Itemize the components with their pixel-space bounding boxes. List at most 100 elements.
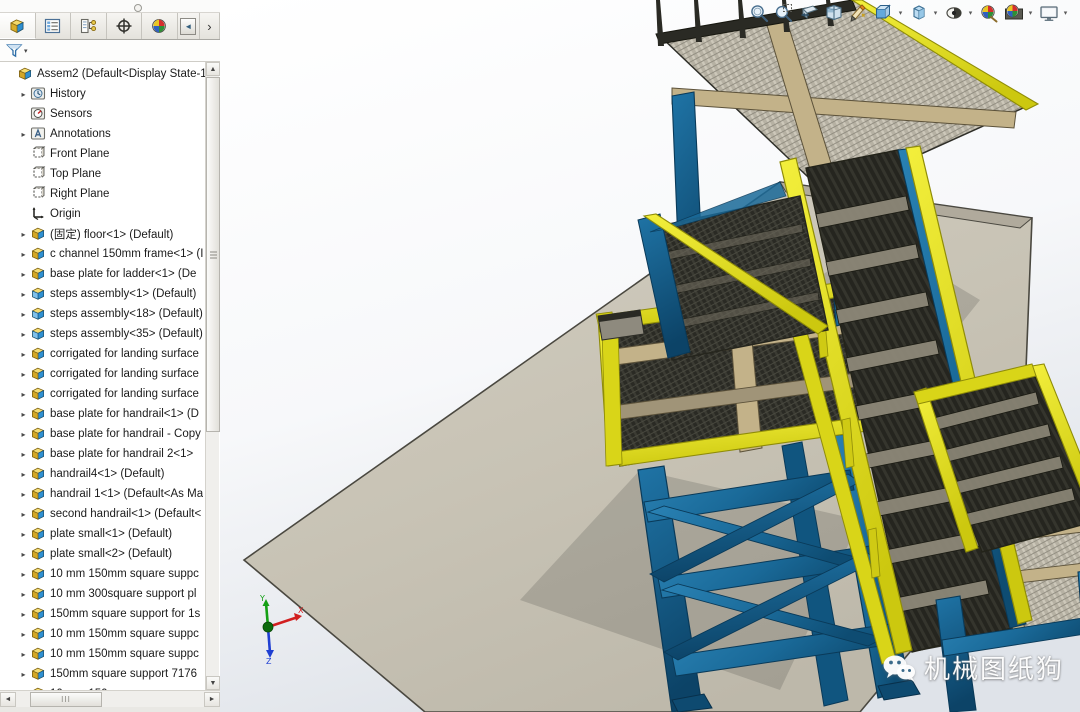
tree-item-label: steps assembly<1> (Default) [50,288,197,300]
tree-twisty-icon[interactable]: ▸ [17,510,30,519]
tree-item[interactable]: ▸ Origin [0,204,206,224]
tree-item[interactable]: ▸ 10 mm 150mm square suppc [0,624,206,644]
tree-item-label: 150mm square support for 1s [50,608,201,620]
tree-item[interactable]: ▸ History [0,84,206,104]
scroll-down-button[interactable]: ▼ [206,676,220,690]
tree-item[interactable]: ▸ corrigated for landing surface [0,364,206,384]
tree-item[interactable]: ▸ 150mm square support for 1s [0,604,206,624]
graphics-viewport[interactable]: ▾ ▾ ▾ ▾ ▾ Y X Z 机械图纸狗 [220,0,1080,712]
scroll-up-button[interactable]: ▲ [206,62,220,76]
tree-item[interactable]: ▸ 150mm square support 7176 [0,664,206,684]
tree-vscroll-thumb[interactable] [206,77,220,432]
tree-item[interactable]: ▸ base plate for handrail 2<1> [0,444,206,464]
tree-twisty-icon[interactable]: ▸ [17,570,30,579]
view-settings-button[interactable]: ▾ [943,2,975,24]
tree-item[interactable]: ▸ plate small<2> (Default) [0,544,206,564]
tree-twisty-icon[interactable]: ▸ [17,450,30,459]
hide-show-caret[interactable]: ▾ [931,9,940,17]
tree-item[interactable]: ▸ Top Plane [0,164,206,184]
dimxpert-manager-tab[interactable] [106,13,143,39]
apply-scene-palette-button[interactable]: ▾ [1003,2,1035,24]
tree-twisty-icon[interactable]: ▸ [17,250,30,259]
tree-item[interactable]: ▸ Right Plane [0,184,206,204]
tree-horizontal-scrollbar[interactable]: ◄ III ► [0,690,220,707]
part-icon [30,366,47,382]
viewport-layout-caret[interactable]: ▾ [1061,9,1070,17]
tree-twisty-icon[interactable]: ▸ [17,610,30,619]
tree-twisty-icon[interactable]: ▸ [17,310,30,319]
tree-twisty-icon[interactable]: ▸ [17,550,30,559]
tree-twisty-icon[interactable]: ▸ [17,390,30,399]
tree-twisty-icon[interactable]: ▸ [17,650,30,659]
tree-item[interactable]: ▸ Front Plane [0,144,206,164]
hide-show-items-button[interactable]: ▾ [908,2,940,24]
scene-palette-caret[interactable]: ▾ [1026,9,1035,17]
scene-palette-icon [1003,2,1025,24]
tree-item[interactable]: ▸ steps assembly<18> (Default) [0,304,206,324]
filter-funnel-icon[interactable] [6,43,23,58]
tree-twisty-icon[interactable]: ▸ [17,530,30,539]
panel-pin-icon[interactable] [134,4,142,12]
display-manager-tab[interactable] [142,13,178,39]
tree-item[interactable]: ▸ 10 mm 150mm square suppc [0,564,206,584]
tree-twisty-icon[interactable]: ▸ [17,410,30,419]
tree-root-item[interactable]: ▸ Assem2 (Default<Display State-1: [0,64,206,84]
tree-twisty-icon[interactable]: ▸ [17,270,30,279]
feature-manager-tree-tab[interactable] [0,13,36,39]
tree-filter-row[interactable]: ▾ [0,40,220,62]
feature-tree[interactable]: ▸ Assem2 (Default<Display State-1: ▸ Hist… [0,62,220,690]
tree-item[interactable]: ▸ corrigated for landing surface [0,384,206,404]
configuration-manager-tab[interactable] [71,13,107,39]
scroll-right-button[interactable]: ► [204,691,220,707]
tree-item[interactable]: ▸ c channel 150mm frame<1> (I [0,244,206,264]
tree-twisty-icon[interactable]: ▸ [17,470,30,479]
tree-item[interactable]: ▸ handrail 1<1> (Default<As Ma [0,484,206,504]
section-view-button[interactable] [798,2,820,24]
edit-appearance-button[interactable] [978,2,1000,24]
filter-dropdown-caret[interactable]: ▾ [24,47,28,55]
tree-item[interactable]: ▸ (固定) floor<1> (Default) [0,224,206,244]
zoom-to-area-button[interactable] [773,2,795,24]
tree-twisty-icon[interactable]: ▸ [17,90,30,99]
tree-twisty-icon[interactable]: ▸ [17,290,30,299]
tree-twisty-icon[interactable]: ▸ [17,590,30,599]
display-style-caret[interactable]: ▾ [896,9,905,17]
display-style-button[interactable]: ▾ [873,2,905,24]
tree-twisty-icon[interactable]: ▸ [17,130,30,139]
tree-item[interactable]: ▸ corrigated for landing surface [0,344,206,364]
property-manager-tab[interactable] [35,13,72,39]
tree-item[interactable]: ▸ 10 mm 150mm square suppc [0,644,206,664]
origin-icon [30,206,47,222]
tree-twisty-icon[interactable]: ▸ [17,330,30,339]
tree-item[interactable]: ▸ steps assembly<35> (Default) [0,324,206,344]
tree-item[interactable]: ▸ Sensors [0,104,206,124]
tree-twisty-icon[interactable]: ▸ [17,490,30,499]
tree-item[interactable]: ▸ Annotations [0,124,206,144]
tree-twisty-icon[interactable]: ▸ [17,630,30,639]
panel-tab-prev-button[interactable]: ◄ [177,13,200,39]
tree-item[interactable]: ▸ base plate for handrail<1> (D [0,404,206,424]
tree-item[interactable]: ▸ base plate for handrail - Copy [0,424,206,444]
tree-item[interactable]: ▸ 10 mm 300square support pl [0,584,206,604]
panel-top-strip [0,0,220,13]
tree-hscroll-thumb[interactable]: III [30,691,102,707]
tree-vertical-scrollbar[interactable]: ▲ ▼ [205,62,220,690]
tree-item[interactable]: ▸ second handrail<1> (Default< [0,504,206,524]
tree-item[interactable]: ▸ steps assembly<1> (Default) [0,284,206,304]
apply-scene-button[interactable] [848,2,870,24]
view-orientation-button[interactable] [823,2,845,24]
viewport-layout-button[interactable]: ▾ [1038,2,1070,24]
tree-twisty-icon[interactable]: ▸ [17,370,30,379]
panel-tab-next-button[interactable]: › [199,13,221,39]
tree-item[interactable]: ▸ handrail4<1> (Default) [0,464,206,484]
tree-item[interactable]: ▸ plate small<1> (Default) [0,524,206,544]
tree-twisty-icon[interactable]: ▸ [17,670,30,679]
tree-twisty-icon[interactable]: ▸ [17,350,30,359]
zoom-to-fit-button[interactable] [748,2,770,24]
view-settings-caret[interactable]: ▾ [966,9,975,17]
tree-item[interactable]: ▸ base plate for ladder<1> (De [0,264,206,284]
tree-item-label: c channel 150mm frame<1> (I [50,248,204,260]
tree-twisty-icon[interactable]: ▸ [17,230,30,239]
scroll-left-button[interactable]: ◄ [0,691,16,707]
tree-twisty-icon[interactable]: ▸ [17,430,30,439]
